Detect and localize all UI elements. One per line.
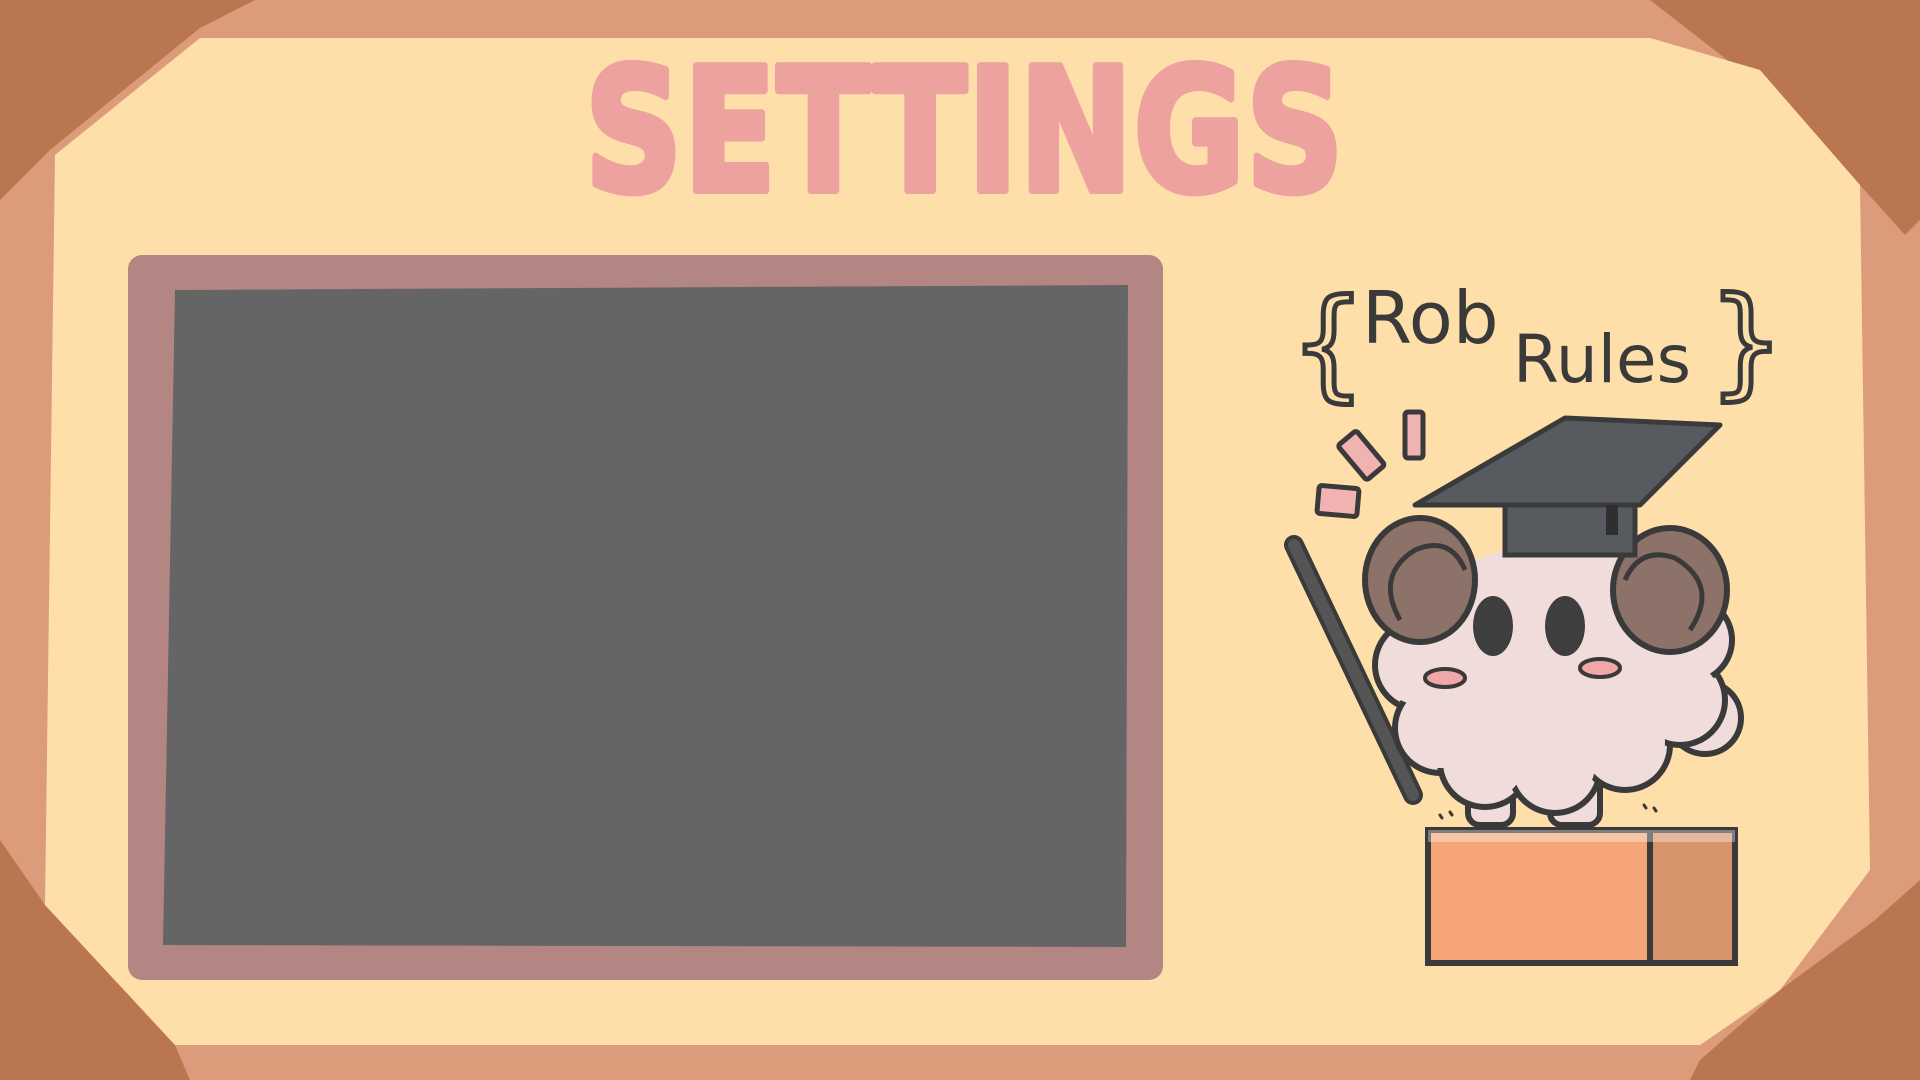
- settings-content-area[interactable]: [163, 285, 1128, 947]
- orange-block-icon: [1425, 827, 1738, 966]
- banner-close-brace: }: [1708, 273, 1784, 412]
- banner-word-rules: Rules: [1513, 321, 1691, 398]
- settings-scene: SETTINGS { Rob Rules }: [0, 0, 1920, 1080]
- settings-screen: SETTINGS { Rob Rules }: [0, 0, 1920, 1080]
- banner-word-rob: Rob: [1362, 276, 1499, 360]
- banner-open-brace: {: [1290, 275, 1366, 414]
- page-title: SETTINGS: [585, 33, 1345, 231]
